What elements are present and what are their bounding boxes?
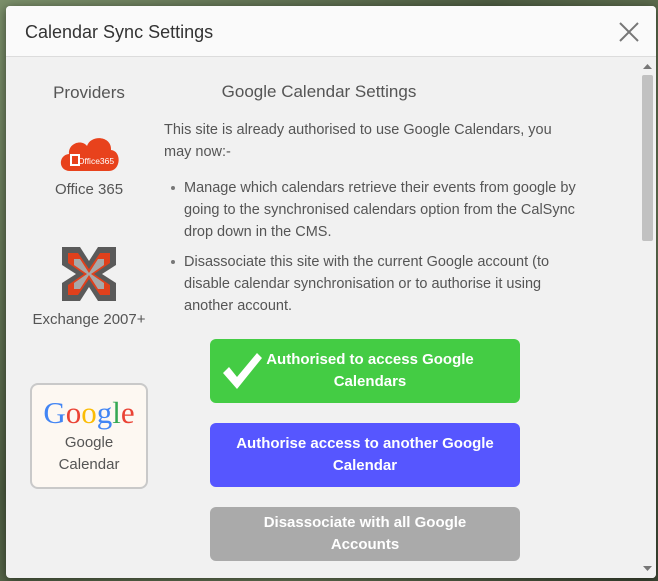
list-item: Disassociate this site with the current … bbox=[171, 251, 584, 317]
provider-label: Google Calendar bbox=[58, 434, 120, 473]
vertical-scrollbar[interactable] bbox=[639, 57, 656, 578]
provider-label: Office 365 bbox=[54, 181, 124, 198]
list-item: Manage which calendars retrieve their ev… bbox=[171, 177, 584, 243]
dialog-content: Providers Office365 Office 365 Exchange … bbox=[6, 57, 638, 578]
disassociate-button[interactable]: Disassociate with all Google Accounts bbox=[210, 507, 520, 561]
google-logo: Google bbox=[43, 395, 135, 430]
settings-intro: This site is already authorised to use G… bbox=[164, 122, 552, 160]
authorised-button-label: Authorised to access Google Calendars bbox=[266, 351, 474, 390]
scroll-down-icon[interactable] bbox=[639, 562, 656, 576]
provider-google[interactable]: Google Google Calendar bbox=[30, 383, 148, 489]
scrollbar-thumb[interactable] bbox=[642, 75, 653, 241]
provider-exchange[interactable]: Exchange 2007+ bbox=[30, 243, 148, 331]
provider-label: Exchange 2007+ bbox=[32, 311, 146, 328]
disassociate-button-label: Disassociate with all Google Accounts bbox=[263, 514, 467, 553]
scroll-up-icon[interactable] bbox=[639, 59, 656, 73]
svg-text:Office365: Office365 bbox=[78, 156, 115, 166]
authorised-button[interactable]: Authorised to access Google Calendars bbox=[210, 339, 520, 403]
settings-heading: Google Calendar Settings bbox=[221, 82, 417, 101]
dialog-titlebar: Calendar Sync Settings bbox=[6, 6, 656, 57]
calendar-sync-dialog: Calendar Sync Settings Providers Office3… bbox=[6, 6, 656, 578]
settings-options-list: Manage which calendars retrieve their ev… bbox=[164, 177, 584, 325]
providers-heading: Providers bbox=[53, 83, 125, 102]
authorise-another-button-label: Authorise access to another Google Calen… bbox=[236, 435, 494, 474]
exchange-icon bbox=[62, 247, 116, 301]
provider-office365[interactable]: Office365 Office 365 bbox=[30, 131, 148, 201]
dialog-title: Calendar Sync Settings bbox=[25, 22, 214, 42]
authorise-another-button[interactable]: Authorise access to another Google Calen… bbox=[210, 423, 520, 487]
close-icon[interactable] bbox=[616, 19, 642, 45]
checkmark-icon bbox=[223, 353, 262, 389]
office365-icon: Office365 bbox=[60, 138, 119, 171]
